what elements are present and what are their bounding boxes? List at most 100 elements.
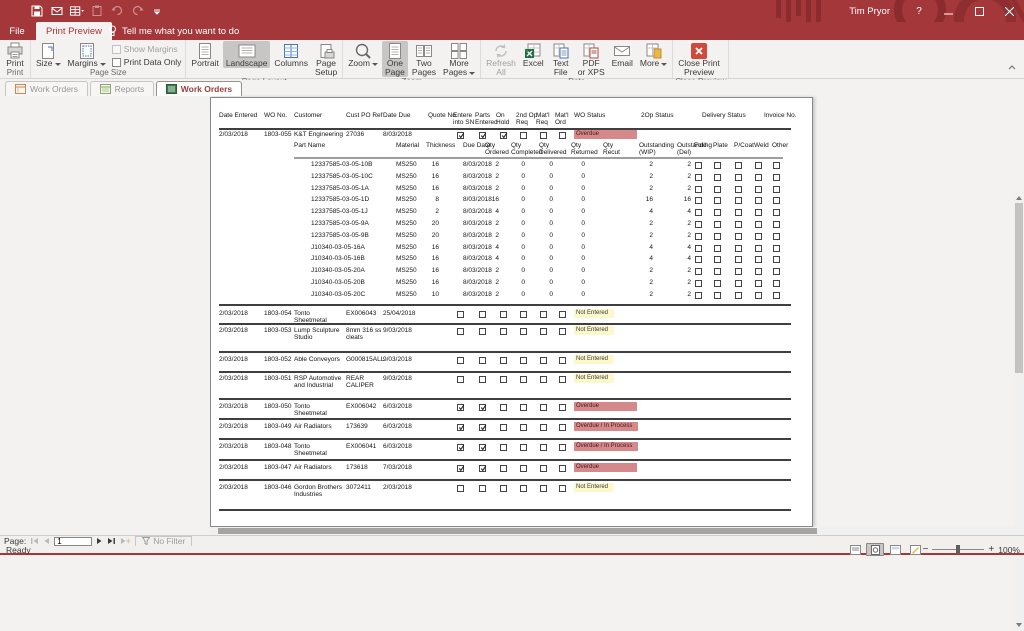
- layout-view-icon[interactable]: [886, 543, 904, 556]
- part-header-part-name: Part Name: [294, 142, 326, 149]
- checkbox-unchecked-icon: [500, 328, 507, 335]
- checkbox-unchecked-icon: [540, 465, 547, 472]
- horizontal-scrollbar[interactable]: [210, 527, 1014, 535]
- dropdown-caret-icon: [54, 63, 61, 66]
- page-number-input[interactable]: [54, 536, 93, 546]
- checkbox-unchecked-icon: [457, 485, 464, 492]
- scroll-down-icon[interactable]: [1016, 623, 1022, 627]
- checkbox-unchecked-icon: [559, 444, 566, 451]
- cell-wo-no: 1803-049: [264, 423, 292, 430]
- ribbon-one-page-button[interactable]: One Page: [381, 41, 408, 77]
- columns-icon: [281, 42, 301, 59]
- col-header-mat-l-req: Mat'l Req: [536, 112, 550, 127]
- horizontal-scroll-thumb[interactable]: [218, 528, 817, 534]
- collapse-ribbon-icon[interactable]: [1008, 57, 1016, 75]
- document-tab-reports[interactable]: Reports: [89, 81, 155, 96]
- next-page-button[interactable]: [96, 537, 103, 545]
- email-save-icon[interactable]: [50, 4, 64, 18]
- part-cell-outstanding-wip: 2: [649, 231, 653, 239]
- ribbon-print-button[interactable]: Print: [2, 41, 28, 68]
- ribbon-size-button[interactable]: Size: [33, 41, 64, 68]
- account-name[interactable]: Tim Pryor: [835, 6, 904, 17]
- size-icon: [38, 42, 58, 59]
- close-button[interactable]: [994, 0, 1024, 22]
- undo-icon[interactable]: [110, 4, 124, 18]
- ribbon-more-pages-button[interactable]: More Pages: [440, 41, 478, 77]
- ribbon-portrait-button[interactable]: Portrait: [188, 41, 221, 68]
- part-cell-qty-completed: 0: [521, 161, 525, 168]
- first-page-button[interactable]: [30, 537, 39, 545]
- customize-qat-icon[interactable]: [150, 4, 164, 18]
- document-tab-work-orders-active[interactable]: Work Orders: [155, 81, 243, 96]
- wo-status-badge: Not Entered: [574, 308, 614, 318]
- no-filter-button[interactable]: No Filter: [135, 535, 193, 547]
- zoom-slider-thumb[interactable]: [956, 545, 961, 554]
- ribbon-text-file-button[interactable]: Text File: [548, 41, 574, 77]
- part-header-qty-ordered: Qty Ordered: [485, 142, 509, 157]
- part-header-qty-completed: Qty Completed: [511, 142, 543, 157]
- checkbox-unchecked-icon: [735, 185, 742, 193]
- email-icon: [612, 42, 632, 59]
- checkbox-unchecked-icon: [714, 268, 721, 276]
- checkbox-unchecked-icon: [773, 268, 780, 276]
- part-cell-name: 12337585-03-05-10B: [311, 161, 373, 168]
- paste-icon[interactable]: [90, 4, 104, 18]
- print-data-only-checkbox[interactable]: Print Data Only: [111, 57, 181, 67]
- part-cell-name: 12337585-03-05-1A: [311, 184, 369, 192]
- checkbox-unchecked-icon: [735, 173, 742, 181]
- ribbon-zoom-button[interactable]: Zoom: [345, 41, 381, 68]
- ribbon-page-setup-button[interactable]: Page Setup: [312, 41, 340, 77]
- part-cell-thickness: 10: [431, 290, 439, 298]
- file-tab[interactable]: File: [0, 22, 34, 40]
- vertical-scrollbar[interactable]: [1014, 192, 1024, 631]
- cell-wo-no: 1803-052: [264, 356, 292, 363]
- vertical-scroll-thumb[interactable]: [1015, 203, 1023, 373]
- document-tab-work-orders[interactable]: Work Orders: [5, 81, 89, 96]
- tell-me-box[interactable]: Tell me what you want to do: [100, 22, 239, 40]
- checkbox-unchecked-icon: [714, 209, 721, 217]
- show-margins-checkbox[interactable]: Show Margins: [111, 44, 182, 54]
- maximize-button[interactable]: [964, 0, 994, 22]
- col-header-date-entered: Date Entered: [219, 112, 258, 119]
- part-header-plate: Plate: [713, 142, 728, 149]
- checkbox-unchecked-icon: [773, 244, 780, 252]
- ribbon-excel-button[interactable]: Excel: [520, 41, 547, 68]
- cell-customer: Gordon Brothers Industries: [294, 484, 343, 499]
- design-view-icon[interactable]: [906, 543, 924, 556]
- ribbon-margins-button[interactable]: Margins: [65, 41, 109, 68]
- ribbon-email-button[interactable]: Email: [609, 41, 636, 68]
- ribbon-pdf-or-xps-button[interactable]: PDF or XPS: [575, 41, 608, 77]
- checkbox-unchecked-icon: [559, 357, 566, 364]
- cell-date-entered: 2/03/2018: [219, 423, 248, 430]
- part-cell-qty-delivered: 0: [549, 231, 553, 239]
- ribbon-close-print-preview-button[interactable]: Close Print Preview: [675, 41, 723, 77]
- previous-page-button[interactable]: [43, 537, 50, 545]
- ribbon-columns-button[interactable]: Columns: [271, 41, 311, 68]
- save-icon[interactable]: [30, 4, 44, 18]
- part-cell-thickness: 16: [431, 255, 439, 263]
- menu-bar: File Print Preview Tell me what you want…: [0, 22, 1024, 40]
- part-cell-material: MS250: [396, 220, 417, 227]
- ribbon-two-pages-button[interactable]: Two Pages: [409, 41, 439, 77]
- cell-date-entered: 2/03/2018: [219, 131, 248, 138]
- zoom-in-icon[interactable]: +: [988, 543, 994, 556]
- minimize-button[interactable]: [934, 0, 964, 22]
- print-preview-view-icon[interactable]: [866, 543, 884, 556]
- help-button[interactable]: ?: [904, 0, 934, 22]
- datasheet-icon[interactable]: [70, 4, 84, 18]
- report-view-icon[interactable]: [846, 543, 864, 556]
- ribbon-landscape-button[interactable]: Landscape: [222, 41, 271, 68]
- new-record-button[interactable]: [120, 537, 132, 545]
- zoom-out-icon[interactable]: −: [923, 543, 929, 556]
- zoom-slider-track[interactable]: [932, 543, 985, 556]
- part-cell-outstanding-wip: 2: [649, 267, 653, 275]
- redo-icon[interactable]: [130, 4, 144, 18]
- scroll-up-icon[interactable]: [1016, 196, 1022, 200]
- ribbon-more-button[interactable]: More: [637, 41, 670, 68]
- col-header-customer: Customer: [294, 112, 323, 119]
- ribbon-refresh-all-button[interactable]: Refresh All: [483, 41, 519, 77]
- part-cell-outstanding-del: 2: [687, 161, 691, 168]
- cell-date-entered: 2/03/2018: [219, 310, 248, 317]
- last-page-button[interactable]: [107, 537, 116, 545]
- ribbon-button-label: More Pages: [443, 59, 476, 77]
